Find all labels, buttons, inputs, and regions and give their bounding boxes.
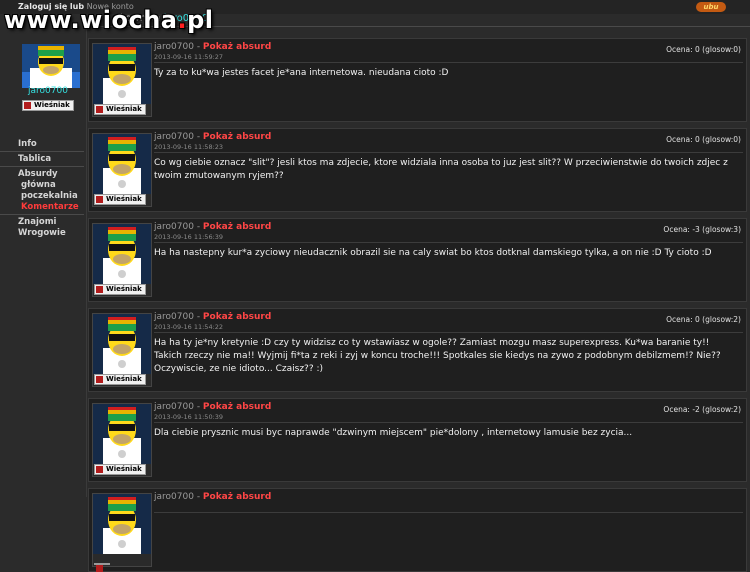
profile-menu: Info Tablica Absurdy główna poczekalnia … [0,139,84,239]
menu-poczekalnia[interactable]: poczekalnia [18,191,84,202]
sidebar-divider [86,26,87,497]
comment-item: Wieśniak jaro0700 - Pokaż absurd 2013-09… [88,128,747,212]
rank-icon [24,102,31,109]
show-absurd-link[interactable]: Pokaż absurd [203,312,271,322]
show-absurd-link[interactable]: Pokaż absurd [203,132,271,142]
rank-label: Wieśniak [106,285,142,293]
watermark-dot: . [177,6,188,34]
comment-author[interactable]: jaro0700 [154,402,194,412]
comment-author[interactable]: jaro0700 [154,42,194,52]
rank-label: Wieśniak [106,375,142,383]
avatar-homer-icon [93,404,151,464]
menu-tablica[interactable]: Tablica [18,154,84,165]
rank-badge [94,563,110,572]
sidebar-username[interactable]: jaro0700 [28,86,68,96]
comment-avatar[interactable]: Wieśniak [92,133,152,207]
menu-divider [0,214,84,215]
comment-date: 2013-09-16 11:56:39 [154,233,224,241]
comment-avatar[interactable]: Wieśniak [92,403,152,477]
rank-badge: Wieśniak [94,194,146,205]
comment-author-line: jaro0700 - Pokaż absurd [154,132,271,142]
rank-badge: Wieśniak [22,100,74,111]
rank-badge: Wieśniak [94,104,146,115]
avatar-homer-icon [22,44,80,88]
profile-avatar[interactable] [22,44,80,88]
rank-label: Wieśniak [106,105,142,113]
comment-date: 2013-09-16 11:58:23 [154,143,224,151]
show-absurd-link[interactable]: Pokaż absurd [203,42,271,52]
comment-date: 2013-09-16 11:54:22 [154,323,224,331]
comment-author-line: jaro0700 - Pokaż absurd [154,222,271,232]
rank-badge: Wieśniak [94,284,146,295]
comment-divider [154,242,743,243]
comment-text: Ha ha ty je*ny kretynie :D czy ty widzis… [154,338,721,374]
comment-author-line: jaro0700 - Pokaż absurd [154,42,271,52]
show-absurd-link[interactable]: Pokaż absurd [203,402,271,412]
comment-item: Wieśniak jaro0700 - Pokaż absurd 2013-09… [88,218,747,302]
comment-divider [154,152,743,153]
comment-text: Ha ha nastepny kur*a zyciowy nieudacznik… [154,248,712,258]
comment-item: Wieśniak jaro0700 - Pokaż absurd 2013-09… [88,398,747,482]
comment-author[interactable]: jaro0700 [154,132,194,142]
menu-info[interactable]: Info [18,139,84,150]
rank-icon [96,466,103,473]
rank-label: Wieśniak [106,195,142,203]
comment-author[interactable]: jaro0700 [154,222,194,232]
rank-icon [96,286,103,293]
rank-icon [96,565,103,572]
sidebar: jaro0700 Wieśniak Info Tablica Absurdy g… [0,14,86,497]
avatar-homer-icon [93,134,151,194]
avatar-homer-icon [93,494,151,554]
menu-divider [0,151,84,152]
rank-icon [96,106,103,113]
rank-label: Wieśniak [106,465,142,473]
comment-item: Wieśniak jaro0700 - Pokaż absurd 2013-09… [88,38,747,122]
comment-date: 2013-09-16 11:50:39 [154,413,224,421]
comment-avatar[interactable] [92,493,152,572]
menu-absurdy[interactable]: Absurdy [18,169,84,180]
comment-author[interactable]: jaro0700 [154,492,194,502]
comment-divider [154,62,743,63]
comment-text: Co wg ciebie oznacz "slit"? jesli ktos m… [154,158,728,181]
rank-label: Wieśniak [34,101,70,109]
comment-avatar[interactable]: Wieśniak [92,313,152,387]
menu-divider [0,166,84,167]
avatar-homer-icon [93,224,151,284]
comment-rating: Ocena: 0 (glosow:0) [666,45,741,54]
comment-author-line: jaro0700 - Pokaż absurd [154,492,271,502]
watermark-prefix: www.wiocha [4,6,178,34]
comment-rating: Ocena: -2 (glosow:2) [663,405,741,414]
watermark-suffix: pl [187,6,214,34]
avatar-homer-icon [93,314,151,374]
comment-item: Wieśniak jaro0700 - Pokaż absurd 2013-09… [88,308,747,392]
comment-date: 2013-09-16 11:59:27 [154,53,224,61]
comment-avatar[interactable]: Wieśniak [92,223,152,297]
show-absurd-link[interactable]: Pokaż absurd [203,222,271,232]
comment-divider [154,512,743,513]
comment-rating: Ocena: 0 (glosow:0) [666,135,741,144]
comment-item: jaro0700 - Pokaż absurd [88,488,747,572]
comment-rating: Ocena: 0 (glosow:2) [666,315,741,324]
menu-wrogowie[interactable]: Wrogowie [18,228,84,239]
menu-komentarze[interactable]: Komentarze [18,202,84,213]
avatar-homer-icon [93,44,151,104]
comment-divider [154,422,743,423]
rank-badge: Wieśniak [94,374,146,385]
menu-znajomi[interactable]: Znajomi [18,217,84,228]
rank-icon [96,196,103,203]
comment-divider [154,332,743,333]
comment-author-line: jaro0700 - Pokaż absurd [154,312,271,322]
comment-text: Dla ciebie prysznic musi byc naprawde "d… [154,428,633,438]
rank-icon [96,376,103,383]
show-absurd-link[interactable]: Pokaż absurd [203,492,271,502]
comment-rating: Ocena: -3 (glosow:3) [663,225,741,234]
rank-badge: Wieśniak [94,464,146,475]
comment-author-line: jaro0700 - Pokaż absurd [154,402,271,412]
comment-text: Ty za to ku*wa jestes facet je*ana inter… [154,68,449,78]
menu-glowna[interactable]: główna [18,180,84,191]
site-logo[interactable]: ubu [696,2,726,12]
comment-avatar[interactable]: Wieśniak [92,43,152,117]
comment-author[interactable]: jaro0700 [154,312,194,322]
watermark: www.wiocha.pl [4,6,214,34]
